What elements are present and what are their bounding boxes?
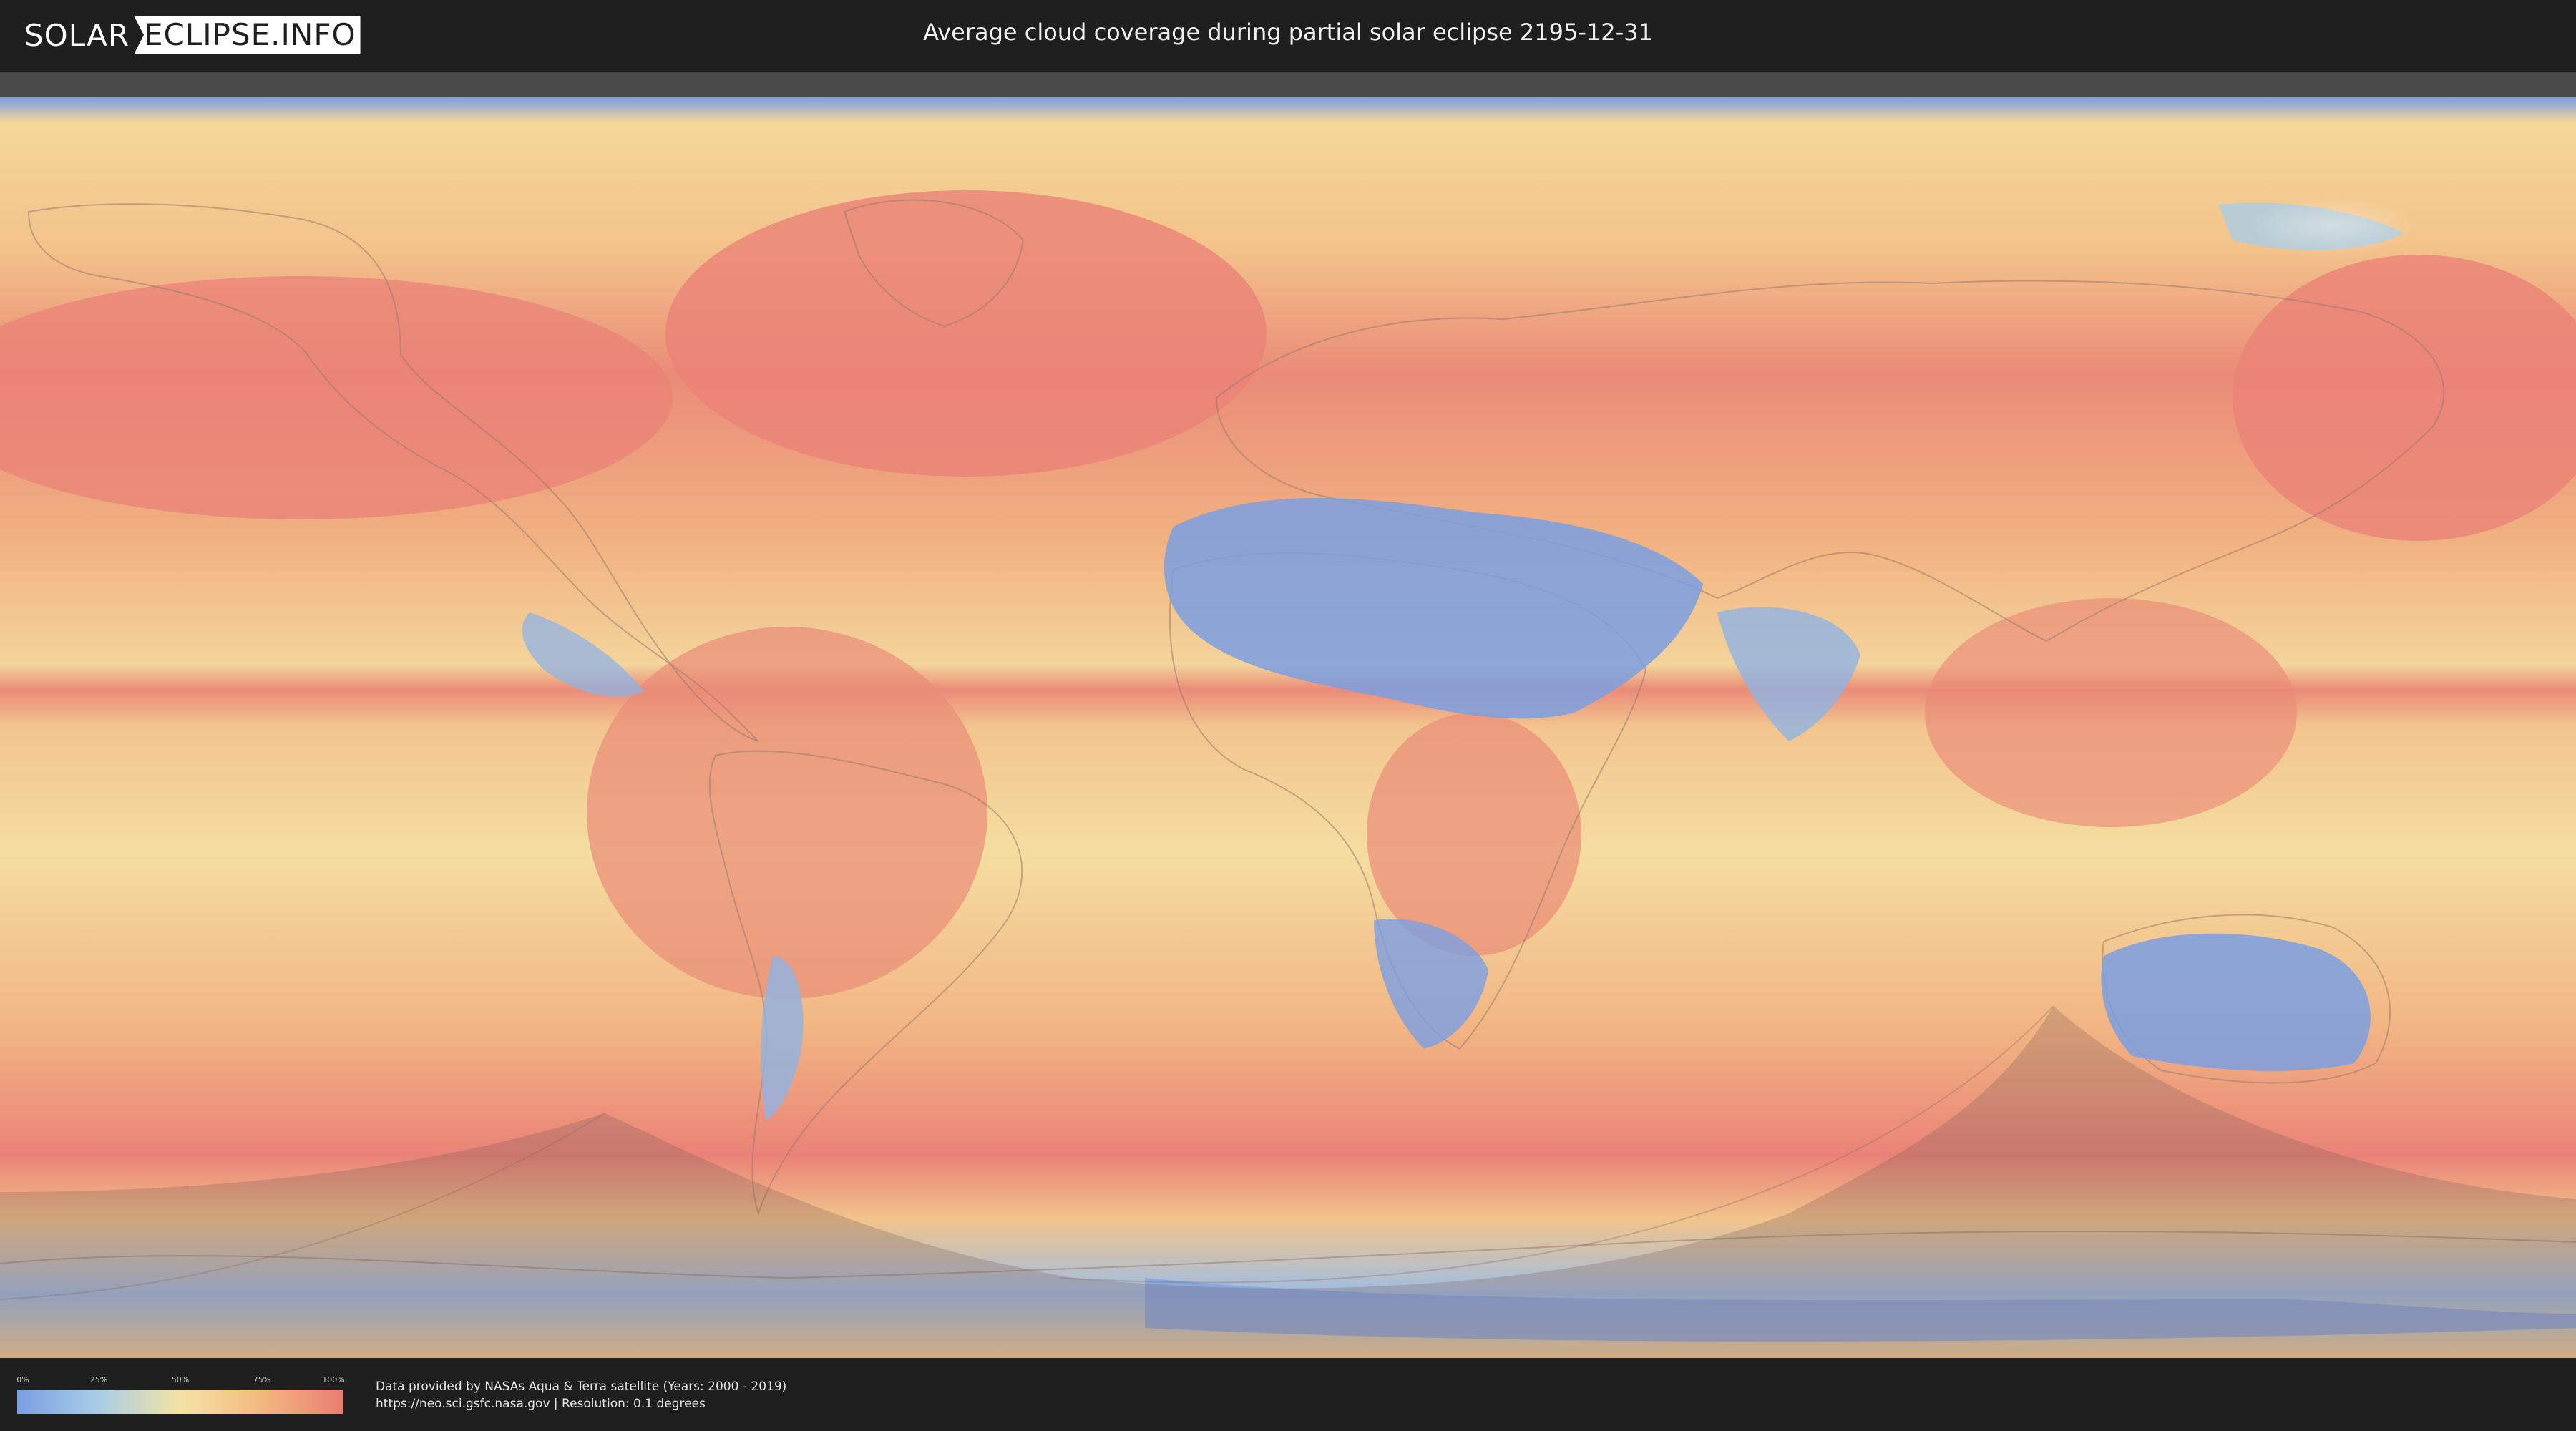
cloud-coverage-legend-bar xyxy=(17,1390,343,1414)
australia-clear-region xyxy=(2101,933,2371,1071)
legend-tick-labels: 0% 25% 50% 75% 100% xyxy=(16,1375,345,1385)
cloud-coverage-map[interactable] xyxy=(0,97,2576,1358)
top-bar: SOLAR ECLIPSE.INFO Average cloud coverag… xyxy=(0,0,2576,72)
world-map-svg xyxy=(0,97,2576,1358)
legend-tick-100: 100% xyxy=(322,1375,345,1384)
maritime-continent-cloud xyxy=(1925,598,2297,827)
legend-tick-25: 25% xyxy=(89,1375,108,1384)
legend-tick-0: 0% xyxy=(16,1375,29,1384)
south-america-cloud xyxy=(587,627,987,999)
data-credits: Data provided by NASAs Aqua & Terra sate… xyxy=(376,1378,786,1412)
legend-tick-50: 50% xyxy=(171,1375,190,1384)
north-atlantic-cloud-band xyxy=(665,190,1267,477)
credits-line-2[interactable]: https://neo.sci.gsfc.nasa.gov | Resoluti… xyxy=(376,1395,786,1412)
credits-line-1: Data provided by NASAs Aqua & Terra sate… xyxy=(376,1379,787,1394)
page-title: Average cloud coverage during partial so… xyxy=(923,19,1653,46)
haze xyxy=(2247,197,2419,255)
legend-tick-75: 75% xyxy=(253,1375,271,1384)
map-top-strip xyxy=(0,72,2576,97)
